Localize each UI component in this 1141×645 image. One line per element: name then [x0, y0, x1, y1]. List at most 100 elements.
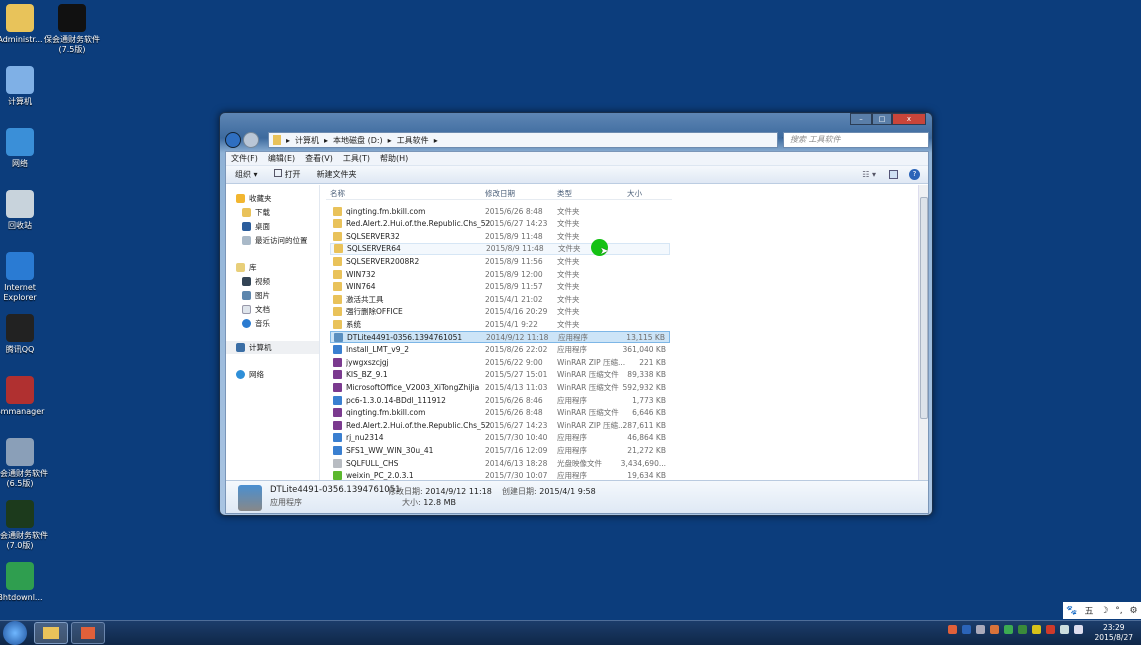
security-shield-icon[interactable] — [1004, 625, 1013, 634]
forward-button[interactable] — [243, 132, 259, 148]
desktop-icon-item[interactable]: 计算机 — [0, 66, 52, 107]
maximize-button[interactable]: □ — [872, 113, 892, 125]
column-header-type[interactable]: 类型 — [557, 188, 572, 199]
file-row[interactable]: Red.Alert.2.Hui.of.the.Republic.Chs_52..… — [330, 218, 670, 230]
nav-videos[interactable]: 视频 — [242, 276, 270, 287]
clock[interactable]: 23:29 2015/8/27 — [1095, 623, 1133, 643]
new-folder-button[interactable]: 新建文件夹 — [317, 169, 357, 180]
search-input[interactable]: 搜索 工具软件 — [783, 132, 929, 148]
menu-item[interactable]: 编辑(E) — [268, 153, 295, 164]
file-row[interactable]: SQLFULL_CHS 2014/6/13 18:28 光盘映像文件 3,434,69… — [330, 457, 670, 469]
desktop-icon-item[interactable]: 保会通财务软件(7.0版) — [0, 500, 52, 551]
back-button[interactable] — [225, 132, 241, 148]
nvidia-icon[interactable] — [1018, 625, 1027, 634]
file-row[interactable]: pc6-1.3.0.14-BDdl_111912 2015/6/26 8:46 应用… — [330, 394, 670, 406]
desktop-icon-label: 保会通财务软件(7.0版) — [0, 531, 48, 550]
desktop-icon-item[interactable]: Bhtdownl... — [0, 562, 52, 603]
ime-button[interactable]: 五 — [1084, 604, 1093, 617]
desktop-icon-item[interactable]: 回收站 — [0, 190, 52, 231]
ime-button[interactable]: ☽ — [1100, 606, 1108, 616]
nav-favorites[interactable]: 收藏夹 — [236, 193, 272, 204]
nav-documents[interactable]: 文档 — [242, 304, 270, 315]
nav-label: 图片 — [255, 291, 270, 300]
rar-icon — [333, 370, 342, 380]
nav-desktop[interactable]: 桌面 — [242, 221, 270, 232]
file-row[interactable]: rj_nu2314 2015/7/30 10:40 应用程序 46,864 KB — [330, 432, 670, 444]
help-icon[interactable]: ? — [909, 169, 920, 180]
file-row[interactable]: WIN732 2015/8/9 12:00 文件夹 — [330, 268, 670, 280]
close-button[interactable]: x — [892, 113, 926, 125]
file-row[interactable]: jywgxszcjgj 2015/6/22 9:00 WinRAR ZIP 压缩..… — [330, 356, 670, 368]
menu-item[interactable]: 帮助(H) — [380, 153, 408, 164]
file-type: 应用程序 — [558, 332, 588, 342]
preview-pane-icon[interactable] — [889, 170, 898, 179]
desktop-icon-label: Bhtdownl... — [0, 593, 43, 602]
file-row[interactable]: qingting.fm.bkill.com 2015/6/26 8:48 WinRA… — [330, 407, 670, 419]
help-icon[interactable] — [962, 625, 971, 634]
column-header-name[interactable]: 名称 — [330, 188, 345, 199]
breadcrumb-computer[interactable]: 计算机 — [295, 135, 319, 146]
speaker-icon[interactable] — [1046, 625, 1055, 634]
file-row[interactable]: 系统 2015/4/1 9:22 文件夹 — [330, 318, 670, 330]
menu-item[interactable]: 工具(T) — [343, 153, 370, 164]
file-row[interactable]: MicrosoftOffice_V2003_XiTongZhiJia 2015/4… — [330, 381, 670, 393]
open-button[interactable]: 打开 — [273, 169, 301, 180]
file-row[interactable]: SQLSERVER64 2015/8/9 11:48 文件夹 — [330, 242, 670, 255]
update-icon[interactable] — [1032, 625, 1041, 634]
nav-network[interactable]: 网络 — [236, 369, 264, 380]
file-row[interactable]: Red.Alert.2.Hui.of.the.Republic.Chs_52..… — [330, 419, 670, 431]
network-icon — [236, 370, 245, 379]
menu-item[interactable]: 查看(V) — [305, 153, 333, 164]
start-button[interactable] — [3, 621, 27, 645]
desktop-icon-item[interactable]: Internet Explorer — [0, 252, 52, 303]
network-status-icon[interactable] — [976, 625, 985, 634]
volume-icon[interactable] — [1074, 625, 1083, 634]
desktop-icon-label: 腾讯QQ — [5, 345, 35, 354]
taskbar-app[interactable] — [71, 622, 105, 644]
view-options-icon[interactable]: ☷ ▾ — [862, 170, 876, 179]
setup-icon — [334, 332, 343, 342]
nav-recent[interactable]: 最近访问的位置 — [242, 235, 308, 246]
desktop-icon-label: 保会通财务软件(7.5版) — [44, 35, 100, 54]
file-row[interactable]: qingting.fm.bkill.com 2015/6/26 8:48 文件夹 — [330, 205, 670, 217]
scrollbar-thumb[interactable] — [920, 197, 928, 419]
baidu-icon[interactable] — [948, 625, 957, 634]
desktop-icon-item[interactable]: 保会通财务软件(7.5版) — [40, 4, 104, 55]
file-row[interactable]: 强行删除OFFICE 2015/4/16 20:29 文件夹 — [330, 306, 670, 318]
nav-pictures[interactable]: 图片 — [242, 290, 270, 301]
desktop-icon-item[interactable]: 网络 — [0, 128, 52, 169]
file-row[interactable]: KIS_BZ_9.1 2015/5/27 15:01 WinRAR 压缩文件 89,3… — [330, 369, 670, 381]
column-header-size[interactable]: 大小 — [627, 188, 642, 199]
ime-button[interactable]: ⚙ — [1129, 606, 1137, 616]
breadcrumb-folder[interactable]: 工具软件 — [397, 135, 429, 146]
file-row[interactable]: Install_LMT_v9_2 2015/8/26 22:02 应用程序 361,0… — [330, 344, 670, 356]
file-row[interactable]: SFS1_WW_WIN_30u_41 2015/7/16 12:09 应用程序 21,… — [330, 444, 670, 456]
user-icon[interactable] — [990, 625, 999, 634]
taskbar-explorer[interactable] — [34, 622, 68, 644]
minimize-button[interactable]: – — [850, 113, 872, 125]
desktop-icon-item[interactable]: 腾讯QQ — [0, 314, 52, 355]
breadcrumb-drive[interactable]: 本地磁盘 (D:) — [333, 135, 383, 146]
file-date: 2015/6/26 8:46 — [485, 395, 543, 405]
menu-item[interactable]: 文件(F) — [231, 153, 258, 164]
column-header-date[interactable]: 修改日期 — [485, 188, 515, 199]
file-row[interactable]: SQLSERVER2008R2 2015/8/9 11:56 文件夹 — [330, 255, 670, 267]
ime-button[interactable]: °, — [1115, 606, 1122, 616]
desktop-icon-item[interactable]: Smmanager — [0, 376, 52, 417]
organize-button[interactable]: 组织 ▾ — [235, 169, 258, 180]
file-row[interactable]: WIN764 2015/8/9 11:57 文件夹 — [330, 281, 670, 293]
file-row[interactable]: SQLSERVER32 2015/8/9 11:48 文件夹 — [330, 230, 670, 242]
nav-downloads[interactable]: 下载 — [242, 207, 270, 218]
desktop-icon-item[interactable]: 保会通财务软件(6.5版) — [0, 438, 52, 489]
ime-button[interactable]: 🐾 — [1066, 606, 1077, 616]
file-row[interactable]: 激活共工具 2015/4/1 21:02 文件夹 — [330, 293, 670, 305]
nav-label: 最近访问的位置 — [255, 236, 308, 245]
vertical-scrollbar[interactable] — [918, 185, 928, 481]
nav-libraries[interactable]: 库 — [236, 262, 257, 273]
nav-computer[interactable]: 计算机 — [226, 341, 319, 354]
file-row[interactable]: DTLite4491-0356.1394761051 2014/9/12 11:1… — [330, 331, 670, 343]
address-bar[interactable]: ▸ 计算机 ▸ 本地磁盘 (D:) ▸ 工具软件 ▸ — [268, 132, 778, 148]
action-center-icon[interactable] — [1060, 625, 1069, 634]
nav-music[interactable]: 音乐 — [242, 318, 270, 329]
file-size: 21,272 KB — [627, 445, 666, 455]
